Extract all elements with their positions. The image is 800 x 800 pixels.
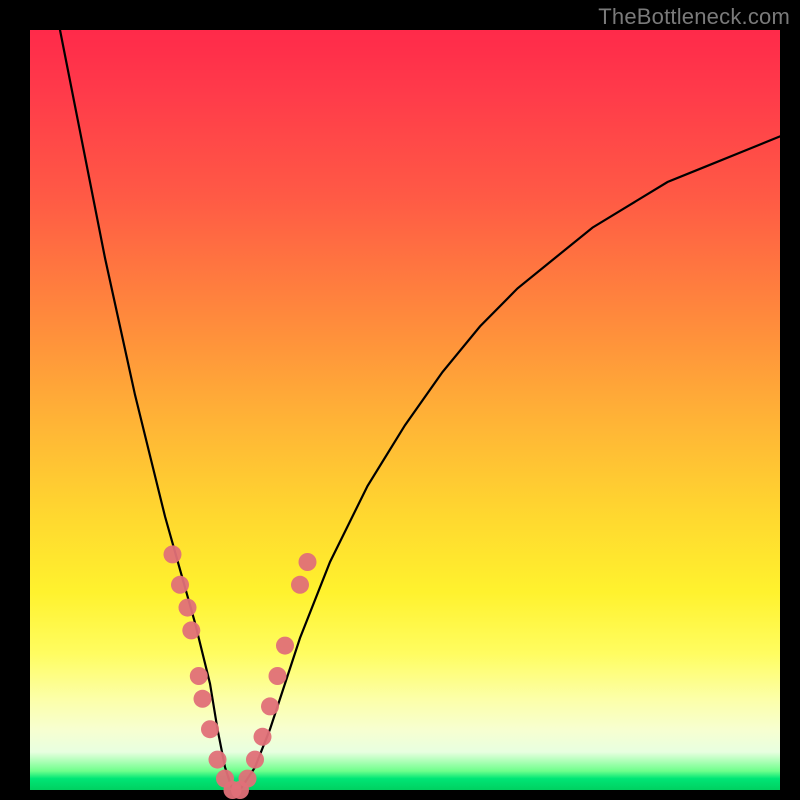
highlight-dot [209,751,227,769]
highlight-dot [246,751,264,769]
highlight-dot [269,667,287,685]
highlight-dot [164,545,182,563]
highlight-dot [190,667,208,685]
curve-layer [30,30,780,790]
watermark-text: TheBottleneck.com [598,4,790,30]
highlight-dot [201,720,219,738]
highlight-dot [276,637,294,655]
highlight-dot [254,728,272,746]
highlight-dot [291,576,309,594]
highlight-dot [261,697,279,715]
highlight-dot [171,576,189,594]
highlight-dot [194,690,212,708]
highlight-dot [239,770,257,788]
bottleneck-curve [60,30,780,790]
highlight-dot [182,621,200,639]
chart-frame: TheBottleneck.com [0,0,800,800]
highlight-dot [299,553,317,571]
highlight-dot [179,599,197,617]
plot-area [30,30,780,790]
highlight-dots [164,545,317,799]
